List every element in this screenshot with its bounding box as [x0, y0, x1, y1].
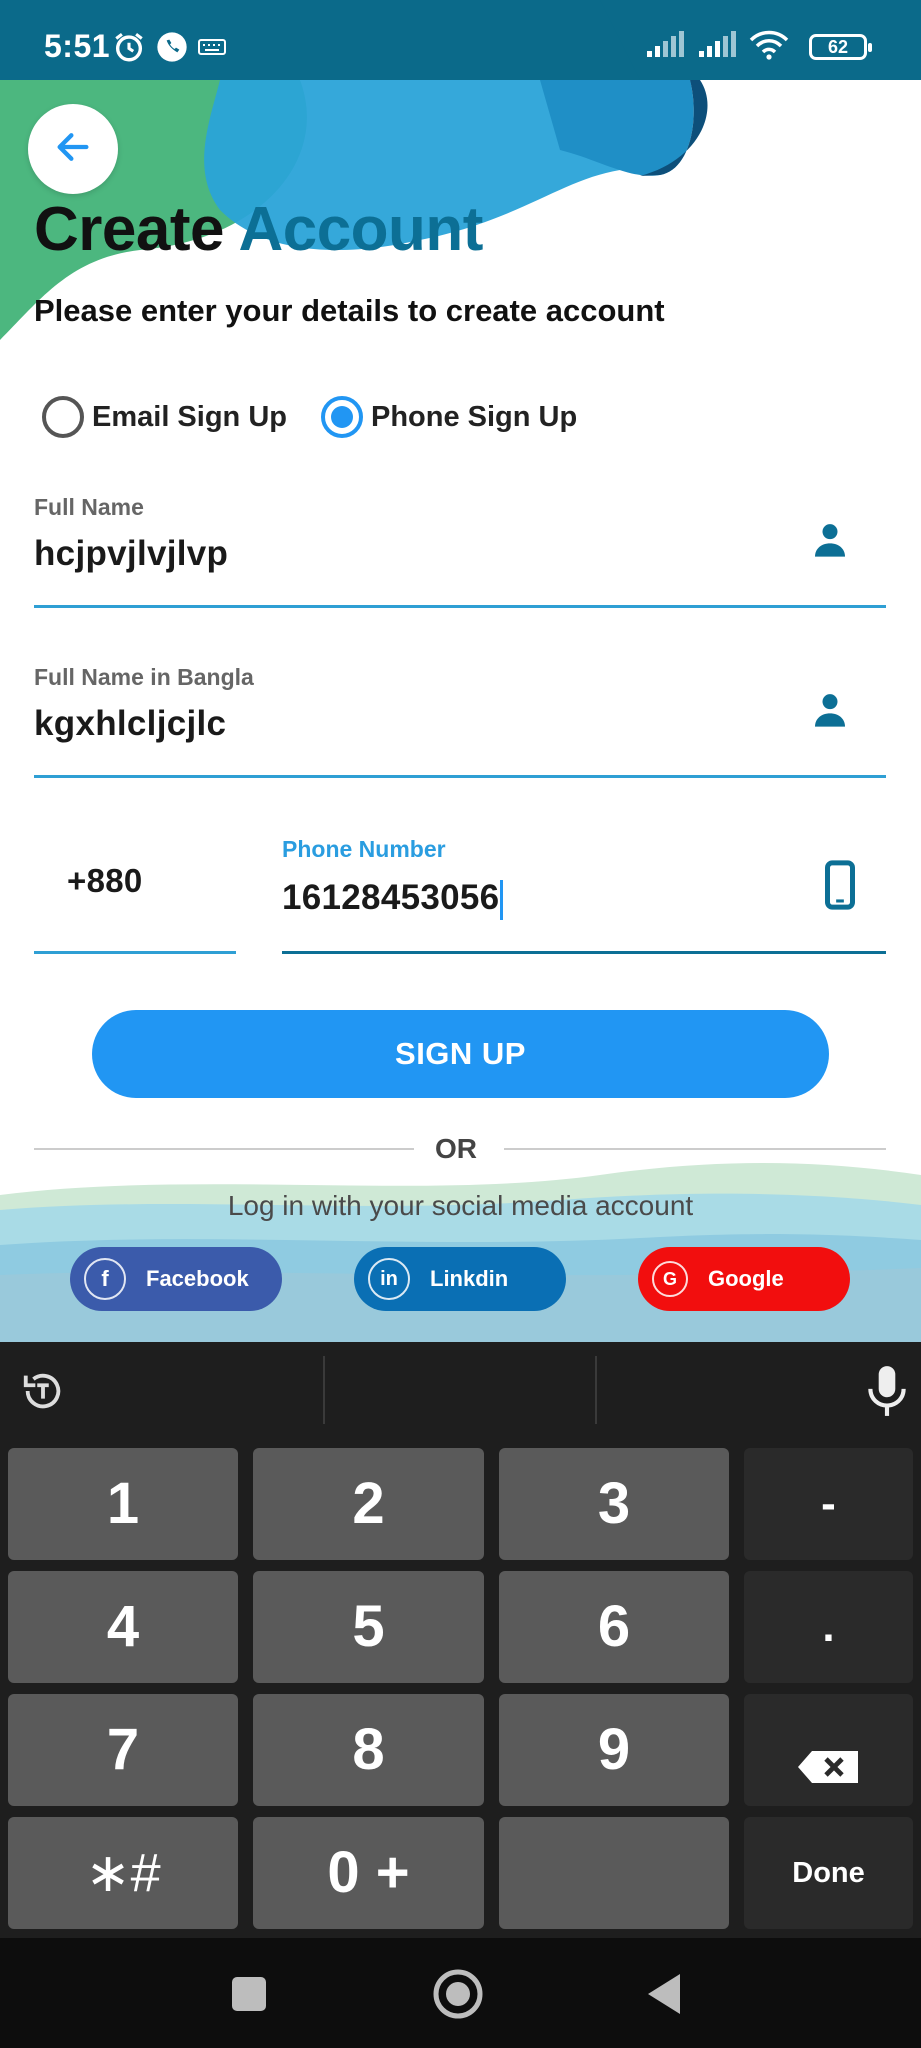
radio-label: Phone Sign Up — [370, 400, 578, 433]
facebook-button[interactable]: f Facebook — [70, 1247, 282, 1311]
signup-mode-radio-group: Email Sign Up Phone Sign Up — [42, 396, 611, 438]
keyboard-icon — [198, 37, 226, 62]
social-login-prompt: Log in with your social media account — [227, 1190, 694, 1221]
or-text: OR — [435, 1133, 477, 1164]
wifi-icon — [749, 30, 789, 65]
key-7[interactable]: 7 — [8, 1694, 238, 1806]
key-8[interactable]: 8 — [253, 1694, 484, 1806]
space-key[interactable] — [499, 1817, 729, 1955]
text-clock-icon[interactable] — [20, 1368, 66, 1419]
toolbar-separator — [323, 1356, 325, 1424]
full-name-field[interactable]: Full Name hcjpvjlvjlvp — [34, 490, 886, 608]
phone-call-icon — [156, 31, 188, 68]
key-2[interactable]: 2 — [253, 1448, 484, 1560]
status-bar: 5:51 62 — [0, 0, 921, 80]
linkedin-icon: in — [368, 1258, 410, 1300]
signal-icon — [697, 31, 739, 64]
backspace-icon — [796, 1732, 860, 1799]
keyboard-toolbar — [0, 1342, 921, 1438]
key-1[interactable]: 1 — [8, 1448, 238, 1560]
alarm-icon — [112, 30, 146, 69]
key-0-plus[interactable]: 0 + — [253, 1817, 484, 1929]
person-icon — [810, 688, 850, 737]
back-nav-icon[interactable] — [646, 1972, 682, 2021]
status-time: 5:51 — [44, 28, 111, 64]
phone-number-input[interactable]: 16128453056 — [282, 878, 504, 920]
radio-phone-signup[interactable]: Phone Sign Up — [320, 396, 578, 438]
phone-number-value: 16128453056 — [282, 878, 500, 917]
radio-unchecked-icon — [42, 396, 84, 438]
key-6[interactable]: 6 — [499, 1571, 729, 1683]
microphone-icon[interactable] — [865, 1364, 909, 1423]
phone-number-label: Phone Number — [282, 836, 446, 862]
done-key[interactable]: Done — [744, 1817, 913, 1929]
country-code-field[interactable]: +880 — [34, 820, 236, 954]
signup-button[interactable]: SIGN UP — [92, 1010, 829, 1098]
country-code-value: +880 — [67, 862, 143, 899]
key-star-hash[interactable]: ∗# — [8, 1817, 238, 1929]
divider-left — [34, 1148, 414, 1150]
system-nav-bar — [0, 1938, 921, 2048]
arrow-left-icon — [53, 127, 93, 172]
full-name-label: Full Name — [34, 494, 144, 520]
backspace-key[interactable] — [744, 1694, 913, 1806]
google-button[interactable]: G Google — [638, 1247, 850, 1311]
battery-icon: 62 — [809, 34, 872, 60]
page-title: Create Account — [34, 194, 483, 265]
key-3[interactable]: 3 — [499, 1448, 729, 1560]
phone-number-field[interactable]: Phone Number 16128453056 — [282, 820, 886, 954]
full-name-bangla-field[interactable]: Full Name in Bangla kgxhlcljcjlc — [34, 660, 886, 778]
radio-email-signup[interactable]: Email Sign Up — [42, 396, 287, 438]
title-account: Account — [238, 195, 483, 264]
facebook-icon: f — [84, 1258, 126, 1300]
numeric-keyboard: 1 2 3 - 4 5 6 . 7 8 9 ∗# 0 + Done — [0, 1342, 921, 1955]
radio-checked-icon — [320, 396, 363, 438]
text-cursor — [500, 879, 504, 920]
title-create: Create — [34, 195, 225, 264]
full-name-bangla-label: Full Name in Bangla — [34, 664, 254, 690]
linkedin-button[interactable]: in Linkdin — [354, 1247, 566, 1311]
status-icons-left — [112, 30, 226, 69]
person-icon — [810, 518, 850, 567]
recent-apps-icon[interactable] — [231, 1976, 267, 2017]
key-4[interactable]: 4 — [8, 1571, 238, 1683]
radio-label: Email Sign Up — [92, 400, 287, 433]
status-icons-right — [645, 30, 789, 65]
full-name-bangla-value: kgxhlcljcjlc — [34, 704, 227, 743]
full-name-value: hcjpvjlvjlvp — [34, 534, 229, 573]
google-label: Google — [708, 1266, 784, 1291]
linkedin-label: Linkdin — [430, 1266, 509, 1291]
divider-right — [504, 1148, 886, 1150]
google-icon: G — [652, 1261, 688, 1297]
key-9[interactable]: 9 — [499, 1694, 729, 1806]
toolbar-separator — [595, 1356, 597, 1424]
facebook-label: Facebook — [146, 1266, 249, 1291]
page-subtitle: Please enter your details to create acco… — [34, 293, 665, 328]
home-icon[interactable] — [432, 1968, 484, 2025]
key-5[interactable]: 5 — [253, 1571, 484, 1683]
smartphone-icon — [824, 860, 856, 915]
key-period[interactable]: . — [744, 1571, 913, 1683]
signal-icon — [645, 31, 687, 64]
back-button[interactable] — [28, 104, 118, 194]
key-dash[interactable]: - — [744, 1448, 913, 1560]
